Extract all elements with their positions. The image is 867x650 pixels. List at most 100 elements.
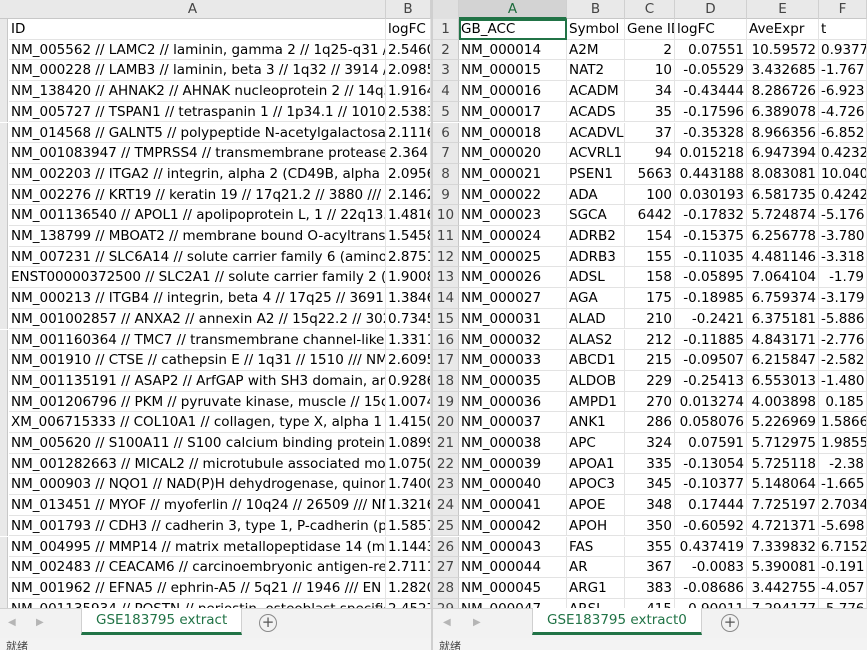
table-cell[interactable]: 210 <box>625 308 675 330</box>
table-cell[interactable]: -0.05895 <box>675 267 747 289</box>
table-cell[interactable]: -4.726 <box>819 101 867 123</box>
table-cell[interactable]: 3.442755 <box>747 577 819 599</box>
table-cell[interactable]: 0.185 <box>819 391 867 413</box>
add-sheet-icon[interactable]: + <box>721 614 739 632</box>
table-cell[interactable]: -0.10377 <box>675 474 747 496</box>
table-cell[interactable]: -0.08686 <box>675 577 747 599</box>
row-number[interactable]: 14 <box>433 288 459 309</box>
table-cell[interactable]: 35 <box>625 101 675 123</box>
column-title-cell[interactable]: AveExpr <box>747 19 819 40</box>
row-header-edge[interactable] <box>0 391 8 413</box>
column-header-b[interactable]: B <box>386 0 431 19</box>
table-cell[interactable]: NAT2 <box>567 60 625 82</box>
table-cell[interactable]: 94 <box>625 143 675 164</box>
table-cell[interactable]: -5.698 <box>819 515 867 537</box>
table-cell[interactable]: 212 <box>625 329 675 351</box>
table-cell[interactable]: NM_004995 // MMP14 // matrix metallopept… <box>9 536 386 558</box>
table-cell[interactable]: NM_000040 <box>459 474 567 496</box>
table-cell[interactable]: NM_000039 <box>459 453 567 475</box>
table-cell[interactable]: PSEN1 <box>567 163 625 185</box>
table-cell[interactable]: 0.013274 <box>675 391 747 413</box>
table-cell[interactable]: ALAD <box>567 308 625 330</box>
table-cell[interactable]: 5.226969 <box>747 412 819 433</box>
table-cell[interactable]: NM_138420 // AHNAK2 // AHNAK nucleoprote… <box>9 81 386 102</box>
column-header-f[interactable]: F <box>819 0 867 19</box>
table-cell[interactable]: 5663 <box>625 163 675 185</box>
table-cell[interactable]: -4.057 <box>819 577 867 599</box>
table-cell[interactable]: 10 <box>625 60 675 82</box>
table-cell[interactable]: 4.003898 <box>747 391 819 413</box>
row-header-edge[interactable] <box>0 226 8 247</box>
table-cell[interactable]: 0.17444 <box>675 495 747 516</box>
table-cell[interactable]: 0.9377 <box>819 39 867 61</box>
table-cell[interactable]: 158 <box>625 267 675 289</box>
row-header-edge[interactable] <box>0 350 8 371</box>
table-cell[interactable]: NM_001135191 // ASAP2 // ArfGAP with SH3… <box>9 370 386 392</box>
row-number[interactable]: 2 <box>433 39 459 61</box>
table-cell[interactable]: 2.7111 <box>386 557 431 578</box>
table-cell[interactable]: ANK1 <box>567 412 625 433</box>
table-cell[interactable]: NM_001910 // CTSE // cathepsin E // 1q31… <box>9 350 386 371</box>
table-cell[interactable]: 0.07551 <box>675 39 747 61</box>
table-cell[interactable]: NM_000038 <box>459 433 567 454</box>
table-cell[interactable]: 6.215847 <box>747 350 819 371</box>
table-cell[interactable]: 154 <box>625 226 675 247</box>
table-cell[interactable]: -2.38 <box>819 453 867 475</box>
table-cell[interactable]: 2.6095 <box>386 350 431 371</box>
row-header-edge[interactable] <box>0 267 8 289</box>
table-cell[interactable]: ACADM <box>567 81 625 102</box>
row-header-edge[interactable] <box>0 370 8 392</box>
table-cell[interactable]: 2.1116 <box>386 122 431 144</box>
table-cell[interactable]: 8.966356 <box>747 122 819 144</box>
table-cell[interactable]: ARG1 <box>567 577 625 599</box>
table-cell[interactable]: 0.4232 <box>819 143 867 164</box>
row-number[interactable]: 18 <box>433 370 459 392</box>
table-cell[interactable]: NM_000026 <box>459 267 567 289</box>
tab-scroll-left-icon[interactable]: ◀ <box>8 617 16 628</box>
table-cell[interactable]: 2.0956 <box>386 163 431 185</box>
table-cell[interactable]: ENST00000372500 // SLC2A1 // solute carr… <box>9 267 386 289</box>
table-cell[interactable]: NM_000018 <box>459 122 567 144</box>
table-cell[interactable]: 0.443188 <box>675 163 747 185</box>
table-cell[interactable]: 5.148064 <box>747 474 819 496</box>
table-cell[interactable]: -0.35328 <box>675 122 747 144</box>
table-cell[interactable]: 6.759374 <box>747 288 819 309</box>
table-cell[interactable]: -1.665 <box>819 474 867 496</box>
row-header-edge[interactable] <box>0 81 8 102</box>
row-header-edge[interactable] <box>0 308 8 330</box>
table-cell[interactable]: 34 <box>625 81 675 102</box>
row-header-edge[interactable] <box>0 246 8 268</box>
table-cell[interactable]: 367 <box>625 557 675 578</box>
row-header-edge[interactable] <box>0 143 8 164</box>
table-cell[interactable]: 1.5458 <box>386 226 431 247</box>
table-cell[interactable]: ALAS2 <box>567 329 625 351</box>
table-cell[interactable]: 0.07591 <box>675 433 747 454</box>
table-cell[interactable]: 4.843171 <box>747 329 819 351</box>
table-cell[interactable]: 7.064104 <box>747 267 819 289</box>
table-cell[interactable]: NM_000022 <box>459 184 567 206</box>
tab-scroll-right-icon[interactable]: ▶ <box>36 617 44 628</box>
row-header-edge[interactable] <box>0 60 8 82</box>
row-number[interactable]: 4 <box>433 81 459 102</box>
table-cell[interactable]: 355 <box>625 536 675 558</box>
column-title-cell[interactable]: Symbol <box>567 19 625 40</box>
table-cell[interactable]: APOC3 <box>567 474 625 496</box>
table-cell[interactable]: NM_001002857 // ANXA2 // annexin A2 // 1… <box>9 308 386 330</box>
column-header-c[interactable]: C <box>625 0 675 19</box>
table-cell[interactable]: -0.11035 <box>675 246 747 268</box>
table-cell[interactable]: -0.13054 <box>675 453 747 475</box>
table-cell[interactable]: -0.17832 <box>675 205 747 226</box>
table-cell[interactable]: 2 <box>625 39 675 61</box>
table-cell[interactable]: NM_013451 // MYOF // myoferlin // 10q24 … <box>9 495 386 516</box>
table-cell[interactable]: 6.7152 <box>819 536 867 558</box>
table-cell[interactable]: 1.0750 <box>386 453 431 475</box>
row-header-edge[interactable] <box>0 184 8 206</box>
row-header-edge[interactable] <box>0 474 8 496</box>
table-cell[interactable]: NM_000213 // ITGB4 // integrin, beta 4 /… <box>9 288 386 309</box>
table-cell[interactable]: NM_005727 // TSPAN1 // tetraspanin 1 // … <box>9 101 386 123</box>
row-number[interactable]: 8 <box>433 163 459 185</box>
table-cell[interactable]: -1.767 <box>819 60 867 82</box>
table-cell[interactable]: NM_000016 <box>459 81 567 102</box>
table-cell[interactable]: 7.725197 <box>747 495 819 516</box>
table-cell[interactable]: 0.015218 <box>675 143 747 164</box>
